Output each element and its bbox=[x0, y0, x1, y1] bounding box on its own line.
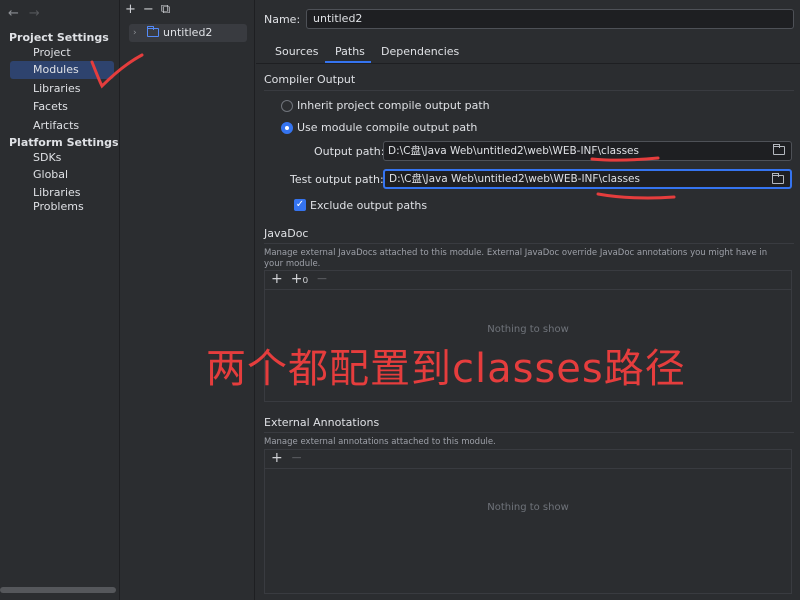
javadoc-description: Manage external JavaDocs attached to thi… bbox=[264, 248, 768, 269]
tab-dependencies[interactable]: Dependencies bbox=[381, 45, 459, 58]
project-settings-heading: Project Settings bbox=[9, 31, 109, 44]
module-output-label: Use module compile output path bbox=[297, 121, 478, 134]
javadoc-toolbar: + +₀ − bbox=[271, 271, 336, 287]
output-path-value: D:\C盘\Java Web\untitled2\web\WEB-INF\cla… bbox=[388, 145, 639, 157]
annotations-toolbar: + − bbox=[271, 450, 310, 466]
sidebar-item-project[interactable]: Project bbox=[10, 44, 114, 62]
external-annotations-empty-text: Nothing to show bbox=[487, 502, 569, 513]
test-output-path-label: Test output path: bbox=[290, 173, 384, 186]
external-annotations-heading: External Annotations bbox=[264, 416, 380, 429]
module-name-input[interactable]: untitled2 bbox=[306, 9, 794, 29]
sidebar-item-problems[interactable]: Problems bbox=[10, 198, 114, 216]
exclude-output-checkbox[interactable]: ✓ bbox=[294, 199, 306, 211]
sidebar-item-sdks[interactable]: SDKs bbox=[10, 149, 114, 167]
name-label: Name: bbox=[264, 13, 301, 26]
output-path-label: Output path: bbox=[314, 145, 385, 158]
add-icon[interactable]: + bbox=[271, 271, 283, 287]
add-icon[interactable]: + bbox=[125, 2, 136, 17]
javadoc-heading: JavaDoc bbox=[264, 227, 309, 240]
sidebar-item-global-libraries[interactable]: Global Libraries bbox=[10, 166, 114, 199]
exclude-output-label: Exclude output paths bbox=[310, 199, 428, 212]
remove-icon[interactable]: − bbox=[291, 450, 303, 466]
module-name-label: untitled2 bbox=[163, 26, 213, 39]
tree-toolbar: + − ⧉ bbox=[125, 2, 177, 17]
settings-sidebar: ← → Project Settings Project Modules Libr… bbox=[0, 0, 120, 600]
test-output-path-value: D:\C盘\Java Web\untitled2\web\WEB-INF\cla… bbox=[389, 173, 640, 185]
sidebar-item-facets[interactable]: Facets bbox=[10, 98, 114, 116]
external-annotations-divider bbox=[264, 432, 794, 433]
javadoc-empty-text: Nothing to show bbox=[487, 324, 569, 335]
external-annotations-list[interactable]: + − Nothing to show bbox=[264, 449, 792, 594]
inherit-output-radio[interactable] bbox=[281, 100, 293, 112]
remove-icon[interactable]: − bbox=[143, 2, 154, 17]
tab-paths[interactable]: Paths bbox=[335, 45, 365, 58]
chevron-right-icon[interactable]: › bbox=[133, 24, 137, 42]
compiler-output-heading: Compiler Output bbox=[264, 73, 356, 86]
forward-arrow-icon[interactable]: → bbox=[29, 6, 40, 21]
module-tree-panel: + − ⧉ › untitled2 bbox=[121, 0, 255, 600]
output-path-input[interactable]: D:\C盘\Java Web\untitled2\web\WEB-INF\cla… bbox=[383, 141, 792, 161]
module-output-radio[interactable] bbox=[281, 122, 293, 134]
javadoc-divider bbox=[264, 243, 794, 244]
folder-browse-icon[interactable] bbox=[773, 144, 785, 155]
external-annotations-description: Manage external annotations attached to … bbox=[264, 437, 496, 447]
module-folder-icon bbox=[147, 26, 159, 37]
folder-browse-icon[interactable] bbox=[772, 173, 784, 184]
sidebar-item-modules[interactable]: Modules bbox=[10, 61, 114, 79]
sidebar-item-artifacts[interactable]: Artifacts bbox=[10, 117, 114, 135]
platform-settings-heading: Platform Settings bbox=[9, 136, 119, 149]
test-output-path-input[interactable]: D:\C盘\Java Web\untitled2\web\WEB-INF\cla… bbox=[383, 169, 792, 189]
module-detail-panel: Name: untitled2 Sources Paths Dependenci… bbox=[256, 0, 800, 600]
remove-icon[interactable]: − bbox=[316, 271, 328, 287]
toolbar-divider bbox=[265, 468, 791, 469]
tabs-divider bbox=[256, 63, 800, 64]
tab-sources[interactable]: Sources bbox=[275, 45, 319, 58]
sidebar-item-libraries[interactable]: Libraries bbox=[10, 80, 114, 98]
add-icon[interactable]: + bbox=[271, 450, 283, 466]
copy-icon[interactable]: ⧉ bbox=[161, 2, 170, 17]
toolbar-divider bbox=[265, 289, 791, 290]
inherit-output-label: Inherit project compile output path bbox=[297, 99, 490, 112]
add-url-icon[interactable]: +₀ bbox=[291, 271, 308, 287]
sidebar-scrollbar[interactable] bbox=[0, 587, 116, 593]
tree-item-module[interactable]: › untitled2 bbox=[129, 24, 247, 42]
compiler-output-divider bbox=[264, 90, 794, 91]
annotation-note: 两个都配置到classes路径 bbox=[206, 346, 686, 392]
back-arrow-icon[interactable]: ← bbox=[8, 6, 19, 21]
nav-arrows: ← → bbox=[8, 6, 50, 21]
